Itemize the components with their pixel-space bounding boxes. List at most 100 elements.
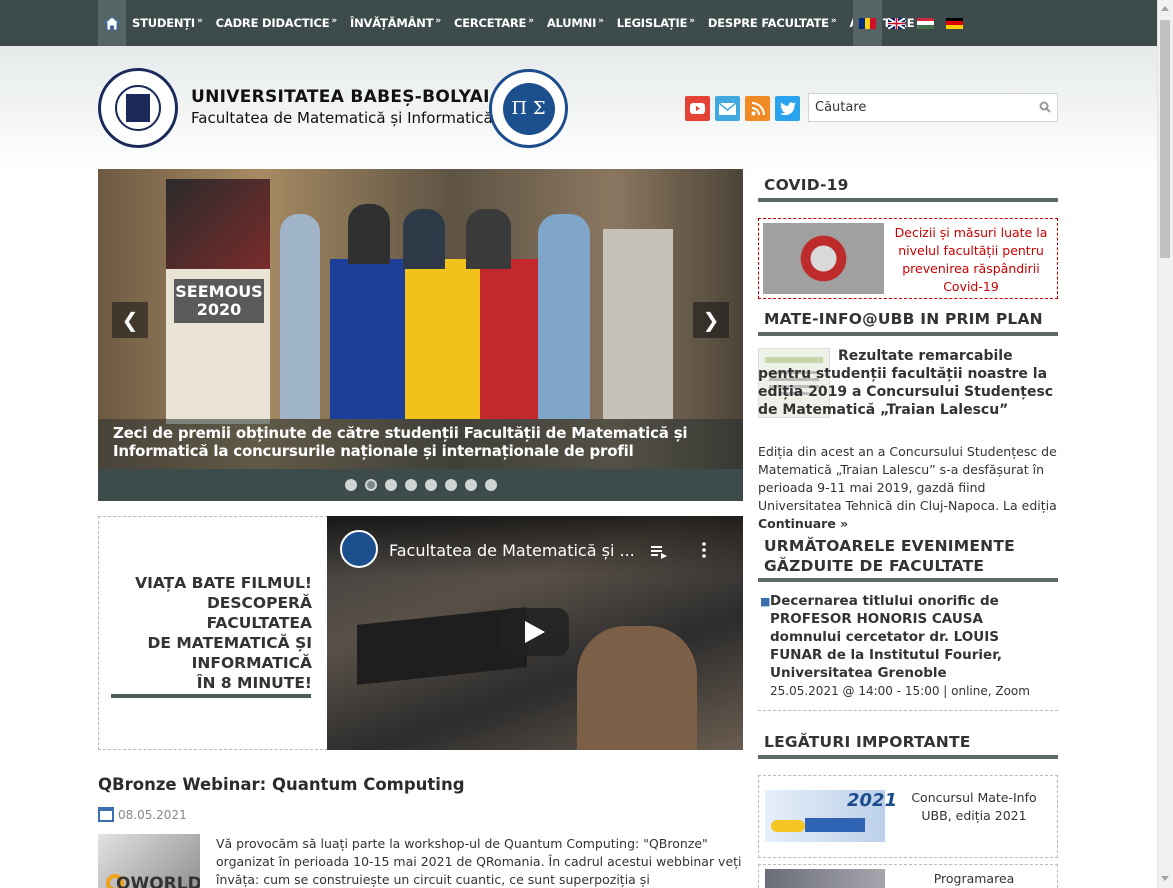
video-player[interactable]: Facultatea de Matematică și ... — [327, 516, 743, 750]
person-silhouette — [348, 204, 390, 264]
featured-title[interactable]: Rezultate remarcabile pentru studenții f… — [758, 347, 1058, 419]
article-title[interactable]: QBronze Webinar: Quantum Computing — [98, 775, 465, 794]
scroll-down-arrow-icon[interactable] — [1161, 876, 1169, 881]
nav-item[interactable]: CADRE DIDACTICE» — [215, 16, 338, 30]
nav-item-label: ALUMNI — [546, 16, 597, 30]
search-box — [808, 93, 1058, 122]
faculty-name[interactable]: Facultatea de Matematică și Informatică — [191, 109, 493, 127]
channel-avatar[interactable] — [340, 530, 378, 568]
rss-icon[interactable] — [745, 96, 770, 121]
covid-heading: COVID-19 — [758, 176, 1058, 202]
nav-item-label: CERCETARE — [454, 16, 527, 30]
scrollbar-thumb[interactable] — [1160, 20, 1170, 258]
link-card-concurs[interactable]: 2021 Concursul Mate-Info UBB, ediția 202… — [758, 775, 1058, 858]
slider-next-arrow-icon[interactable]: ❯ — [693, 302, 729, 338]
slider-dot[interactable] — [384, 479, 397, 491]
dropdown-arrow-icon: » — [830, 16, 837, 26]
event-title[interactable]: Decernarea titlului onorific de PROFESOR… — [770, 592, 1055, 682]
slider-dot[interactable] — [484, 479, 497, 491]
ubb-logo[interactable] — [98, 68, 178, 148]
covid-link[interactable]: Decizii și măsuri luate la nivelul facul… — [891, 224, 1051, 296]
flag-ro-icon[interactable] — [859, 17, 876, 29]
concurs-year: 2021 — [847, 790, 898, 811]
more-options-icon[interactable] — [701, 542, 707, 562]
slider-dot[interactable] — [444, 479, 457, 491]
home-icon[interactable] — [98, 0, 126, 46]
article-thumbnail[interactable]: QWORLD — [98, 834, 200, 888]
event-datetime: 25.05.2021 @ 14:00 - 15:00 | online, Zoo… — [770, 684, 1030, 698]
dropdown-arrow-icon: » — [435, 16, 441, 26]
nav-item-label: ÎNVĂȚĂMÂNT — [350, 16, 434, 30]
search-input[interactable] — [809, 94, 1029, 121]
slider-dot[interactable] — [424, 479, 437, 491]
covid-card[interactable]: Decizii și măsuri luate la nivelul facul… — [758, 218, 1058, 299]
promo-divider — [111, 694, 311, 698]
person-silhouette — [538, 214, 590, 419]
youtube-icon[interactable] — [685, 96, 710, 121]
featured-excerpt: Ediția din acest an a Concursului Studen… — [758, 443, 1058, 533]
nav-item[interactable]: LEGISLAȚIE» — [617, 16, 695, 30]
nav-item[interactable]: ALUMNI» — [547, 16, 604, 30]
dropdown-arrow-icon: » — [197, 16, 203, 26]
events-heading-line1: URMĂTOARELE EVENIMENTE — [764, 537, 1015, 555]
featured-heading: MATE-INFO@UBB IN PRIM PLAN — [758, 310, 1058, 336]
nav-item[interactable]: CERCETARE» — [454, 16, 534, 30]
promo-line: DE MATEMATICĂ ȘI — [147, 634, 312, 652]
playlist-icon[interactable] — [651, 544, 667, 563]
twitter-icon[interactable] — [775, 96, 800, 121]
promo-line: INFORMATICĂ — [191, 654, 312, 672]
nav-item-label: CADRE DIDACTICE — [215, 16, 330, 30]
flag-de-icon[interactable] — [946, 17, 963, 29]
nav-item[interactable]: DESPRE FACULTATE» — [708, 16, 837, 30]
promo-line: DESCOPERĂ — [206, 594, 312, 612]
video-promo-text: VIAȚA BATE FILMUL! DESCOPERĂ FACULTATEA DE … — [135, 573, 312, 693]
play-button-icon[interactable] — [501, 608, 569, 656]
video-promo-box: VIAȚA BATE FILMUL! DESCOPERĂ FACULTATEA DE … — [98, 516, 328, 750]
slider-dot[interactable] — [404, 479, 417, 491]
events-heading: URMĂTOARELE EVENIMENTE GĂZDUITE DE FACUL… — [758, 536, 1058, 582]
university-name[interactable]: UNIVERSITATEA BABEȘ-BOLYAI — [191, 87, 490, 107]
concurs-link[interactable]: Concursul Mate-Info UBB, ediția 2021 — [899, 789, 1049, 825]
slider-dot[interactable] — [344, 479, 357, 491]
flag-en-icon[interactable] — [888, 17, 905, 29]
promo-line: ÎN 8 MINUTE! — [196, 674, 312, 692]
news-slider: SEEMOUS 2020 Zeci de premii obținute de … — [98, 169, 743, 501]
conference-banner: SEEMOUS 2020 — [166, 179, 270, 424]
search-icon[interactable] — [1039, 101, 1051, 113]
person-silhouette — [280, 214, 320, 419]
links-heading: LEGĂTURI IMPORTANTE — [758, 733, 1058, 759]
events-heading-line2: GĂZDUITE DE FACULTATE — [764, 557, 985, 575]
promo-line: FACULTATEA — [206, 614, 312, 632]
nav-item[interactable]: STUDENȚI» — [132, 16, 203, 30]
faculty-logo[interactable]: Π Σ — [489, 69, 568, 148]
covid-heading-text: COVID-19 — [764, 176, 849, 194]
slide-caption[interactable]: Zeci de premii obținute de către studenț… — [98, 419, 743, 469]
person-silhouette — [466, 209, 511, 269]
slider-dot[interactable] — [364, 479, 377, 491]
featured-heading-text: MATE-INFO@UBB IN PRIM PLAN — [764, 310, 1043, 328]
event-item: ■ Decernarea titlului onorific de PROFES… — [758, 592, 1058, 711]
top-navigation: STUDENȚI» CADRE DIDACTICE» ÎNVĂȚĂMÂNT» CERC… — [0, 0, 1157, 46]
slider-prev-arrow-icon[interactable]: ❮ — [112, 302, 148, 338]
consultatii-link[interactable]: Programarea consultațiilor — [899, 870, 1049, 888]
scroll-up-arrow-icon[interactable] — [1161, 6, 1169, 11]
read-more-link[interactable]: Continuare » — [758, 516, 848, 531]
consultatii-image[interactable] — [765, 869, 885, 888]
featured-excerpt-text: Ediția din acest an a Concursului Studen… — [758, 444, 1057, 513]
flag-red — [480, 259, 545, 419]
email-icon[interactable] — [715, 96, 740, 121]
flag-hu-icon[interactable] — [917, 17, 934, 29]
slider-dot[interactable] — [464, 479, 477, 491]
background-poster — [603, 229, 673, 419]
language-switcher — [853, 0, 969, 46]
link-card-consultatii[interactable]: Programarea consultațiilor — [758, 864, 1058, 888]
dropdown-arrow-icon: » — [528, 16, 534, 26]
flag-blue — [330, 259, 405, 419]
banner-text: SEEMOUS 2020 — [174, 279, 264, 323]
concurs-banner-image[interactable]: 2021 — [765, 790, 897, 842]
nav-item[interactable]: ÎNVĂȚĂMÂNT» — [350, 16, 441, 30]
nav-item-label: STUDENȚI — [132, 16, 196, 30]
coronavirus-image[interactable] — [763, 223, 884, 294]
slider-pagination — [98, 469, 743, 501]
video-title[interactable]: Facultatea de Matematică și ... — [389, 541, 635, 560]
